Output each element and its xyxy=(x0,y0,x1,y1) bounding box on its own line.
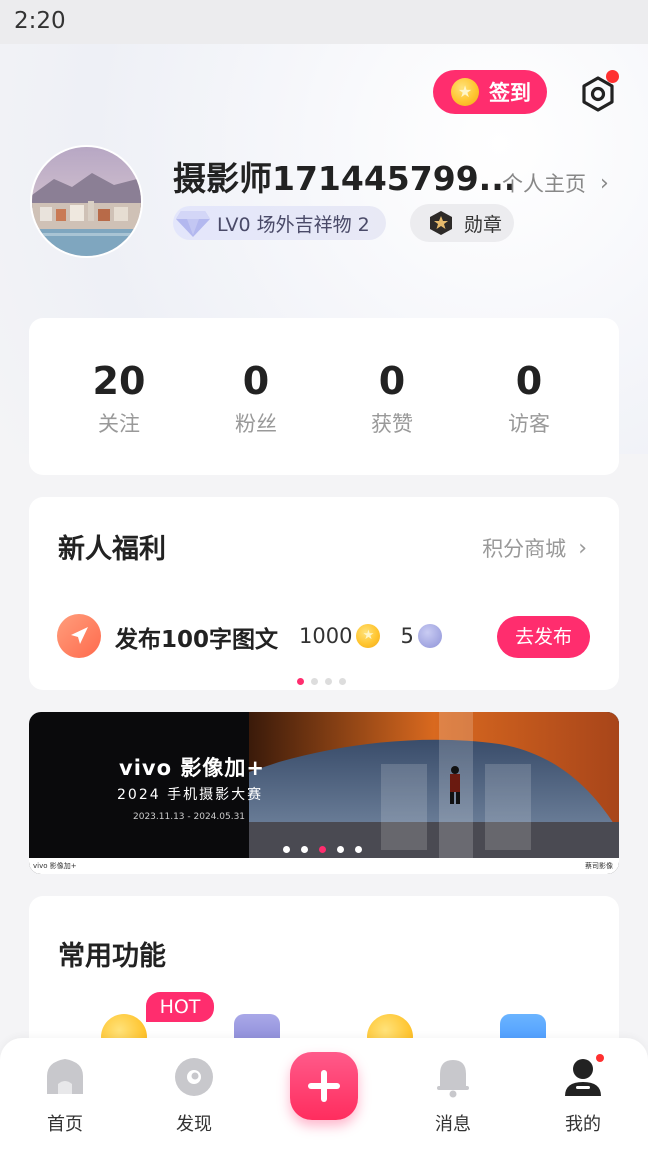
coin-icon xyxy=(451,78,479,106)
contest-banner[interactable]: vivo 影像加+ 2024 手机摄影大赛 2023.11.13 - 2024.… xyxy=(29,712,619,874)
stat-fans[interactable]: 0 粉丝 xyxy=(186,358,326,438)
carousel-dot xyxy=(325,678,332,685)
carousel-dot xyxy=(297,678,304,685)
stat-value: 0 xyxy=(242,359,270,403)
checkin-button[interactable]: 签到 xyxy=(433,70,547,114)
stat-label: 关注 xyxy=(98,412,140,436)
username: 摄影师171445799... xyxy=(173,159,517,198)
notification-dot xyxy=(606,70,619,83)
avatar-image xyxy=(32,147,141,256)
tab-label: 发现 xyxy=(176,1114,212,1135)
stat-value: 20 xyxy=(92,359,146,403)
banner-dates: 2023.11.13 - 2024.05.31 xyxy=(133,812,246,822)
carousel-dot xyxy=(301,846,308,853)
welfare-carousel-dots xyxy=(297,678,346,685)
bell-icon xyxy=(432,1056,474,1098)
profile-icon xyxy=(562,1054,604,1098)
bottom-tab-bar: 首页 发现 消息 我的 xyxy=(0,1038,648,1152)
functions-title: 常用功能 xyxy=(58,941,166,972)
home-icon xyxy=(44,1056,86,1098)
task-rewards: 1000 5 xyxy=(299,624,442,648)
tab-discover[interactable]: 发现 xyxy=(149,1056,239,1136)
task-bonus-value: 5 xyxy=(400,624,414,648)
send-icon xyxy=(57,614,101,658)
personal-homepage-link[interactable]: 个人主页 › xyxy=(502,168,609,198)
tab-messages[interactable]: 消息 xyxy=(408,1056,498,1136)
points-mall-label: 积分商城 xyxy=(482,537,567,561)
stat-visitors[interactable]: 0 访客 xyxy=(459,358,599,438)
carousel-dot xyxy=(337,846,344,853)
status-time: 2:20 xyxy=(14,8,66,34)
homepage-link-label: 个人主页 xyxy=(502,172,586,196)
tab-me[interactable]: 我的 xyxy=(538,1054,628,1136)
carousel-dot xyxy=(283,846,290,853)
newcomer-welfare-card: 新人福利 积分商城 › 发布100字图文 1000 5 去发布 xyxy=(29,497,619,690)
add-icon-vertical xyxy=(321,1070,327,1102)
carousel-dot xyxy=(339,678,346,685)
points-mall-link[interactable]: 积分商城 › xyxy=(482,533,587,563)
medal-button[interactable]: 勋章 xyxy=(410,204,514,242)
level-badge[interactable]: LV0 场外吉祥物 2 xyxy=(173,206,386,240)
welfare-title: 新人福利 xyxy=(58,534,166,565)
go-publish-button[interactable]: 去发布 xyxy=(497,616,590,658)
tab-label: 我的 xyxy=(565,1114,601,1135)
banner-contest-title: 2024 手机摄影大赛 xyxy=(117,787,264,803)
stat-value: 0 xyxy=(515,359,543,403)
settings-button[interactable] xyxy=(578,70,619,116)
banner-brand: vivo 影像加+ xyxy=(119,756,265,780)
level-text: LV0 场外吉祥物 2 xyxy=(217,213,370,236)
banner-footer-brand: vivo 影像加+ xyxy=(33,862,77,870)
chevron-right-icon: › xyxy=(578,535,587,561)
checkin-label: 签到 xyxy=(489,81,531,105)
medal-label: 勋章 xyxy=(464,213,503,236)
stats-card: 20 关注 0 粉丝 0 获赞 0 访客 xyxy=(29,318,619,475)
stat-likes[interactable]: 0 获赞 xyxy=(322,358,462,438)
carousel-dot xyxy=(311,678,318,685)
tab-label: 首页 xyxy=(47,1114,83,1135)
bonus-coin-icon xyxy=(417,624,442,648)
stat-label: 获赞 xyxy=(371,412,413,436)
discover-icon xyxy=(173,1056,215,1098)
stat-label: 粉丝 xyxy=(235,412,277,436)
medal-icon xyxy=(430,211,452,235)
tab-home[interactable]: 首页 xyxy=(20,1056,110,1136)
hot-tag: HOT xyxy=(146,992,214,1022)
task-text: 发布100字图文 xyxy=(115,627,279,653)
tab-label: 消息 xyxy=(435,1114,471,1135)
banner-carousel-dots xyxy=(283,846,362,853)
carousel-dot xyxy=(319,846,326,853)
diamond-icon xyxy=(176,211,210,237)
banner-footer: vivo 影像加+ 蔡司影像 xyxy=(29,858,619,874)
banner-footer-partner: 蔡司影像 xyxy=(585,862,613,870)
stat-following[interactable]: 20 关注 xyxy=(49,358,189,438)
avatar[interactable] xyxy=(30,145,143,258)
status-bar: 2:20 xyxy=(0,0,648,44)
chevron-right-icon: › xyxy=(600,170,609,196)
carousel-dot xyxy=(355,846,362,853)
stat-label: 访客 xyxy=(508,412,550,436)
notification-dot xyxy=(596,1054,604,1062)
task-points-value: 1000 xyxy=(299,624,353,648)
stat-value: 0 xyxy=(378,359,406,403)
coin-icon xyxy=(356,624,381,648)
add-post-button[interactable] xyxy=(290,1052,358,1120)
